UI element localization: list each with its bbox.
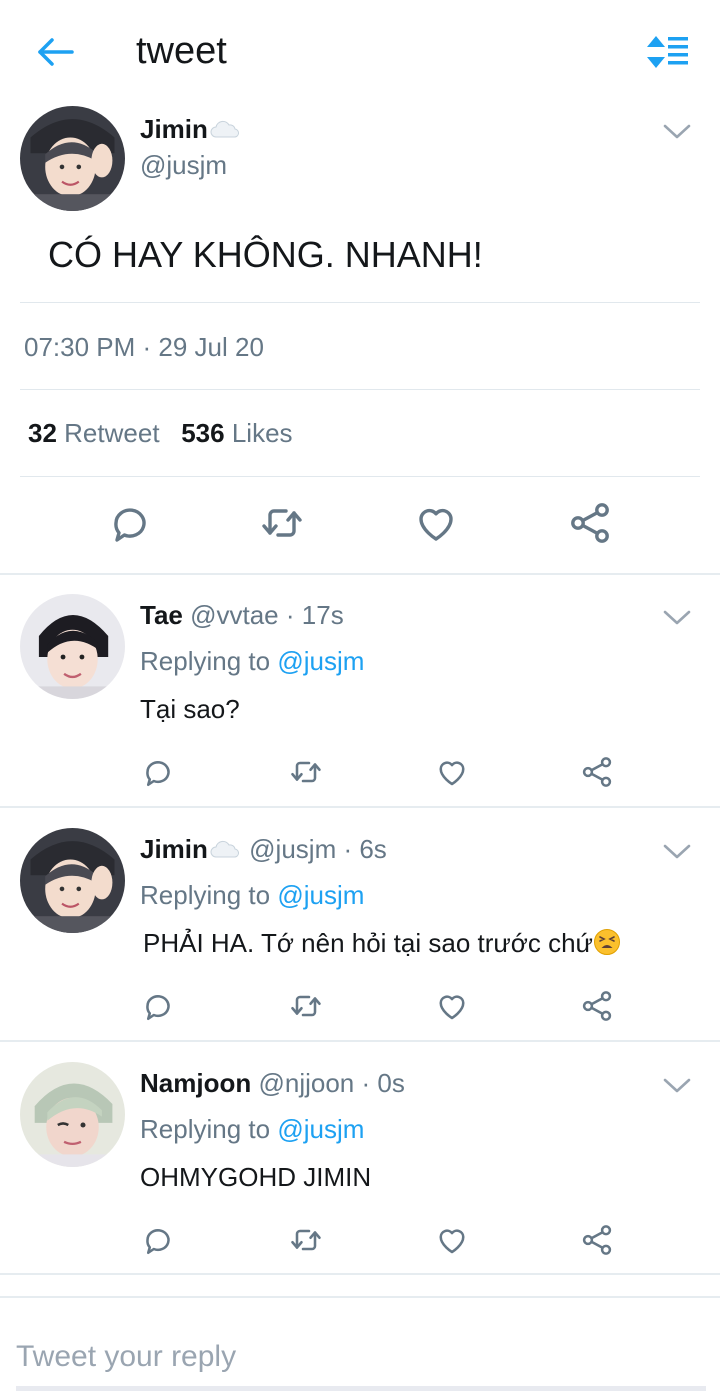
reply-icon[interactable] <box>106 499 154 547</box>
author-handle[interactable]: @jusjm <box>249 834 336 864</box>
reply-icon[interactable] <box>140 988 176 1024</box>
reply-icon[interactable] <box>140 754 176 790</box>
like-icon[interactable] <box>412 499 460 547</box>
reply-icon[interactable] <box>140 1222 176 1258</box>
author-handle[interactable]: @jusjm <box>140 150 227 181</box>
share-icon[interactable] <box>566 499 614 547</box>
divider <box>20 389 700 390</box>
reply-header: Tae @vvtae · 17s <box>140 600 344 631</box>
mention-link[interactable]: @jusjm <box>277 646 364 676</box>
tweet-stats: 32 Retweet 536 Likes <box>28 418 293 449</box>
replying-to: Replying to @jusjm <box>140 880 365 910</box>
reply-actions <box>0 986 720 1026</box>
author-handle[interactable]: @vvtae <box>190 600 279 630</box>
reply-text: PHẢI HA. Tớ nên hỏi tại sao trước chứ <box>143 928 621 959</box>
chevron-down-icon[interactable] <box>662 608 692 628</box>
divider <box>20 476 700 477</box>
tired-face-emoji-icon <box>593 929 620 955</box>
like-icon[interactable] <box>434 1222 470 1258</box>
avatar[interactable] <box>20 1062 125 1167</box>
share-icon[interactable] <box>579 988 615 1024</box>
mention-link[interactable]: @jusjm <box>277 1114 364 1144</box>
top-bar: tweet <box>0 0 720 100</box>
author-name[interactable]: Jimin <box>140 834 242 864</box>
compose-underline <box>16 1386 706 1391</box>
reply-actions <box>0 752 720 792</box>
retweet-icon[interactable] <box>288 988 324 1024</box>
retweet-icon[interactable] <box>258 499 306 547</box>
chevron-down-icon[interactable] <box>662 842 692 862</box>
mention-link[interactable]: @jusjm <box>277 880 364 910</box>
like-icon[interactable] <box>434 754 470 790</box>
reply-time: · 17s <box>285 600 344 630</box>
back-arrow-icon[interactable] <box>34 32 78 72</box>
avatar[interactable] <box>20 828 125 933</box>
reply-header: Namjoon @njjoon · 0s <box>140 1068 405 1099</box>
reply-compose-input[interactable]: Tweet your reply <box>16 1340 696 1384</box>
avatar[interactable] <box>20 106 125 211</box>
tweet-actions <box>0 495 720 555</box>
share-icon[interactable] <box>579 1222 615 1258</box>
author-name[interactable]: Tae <box>140 600 183 630</box>
replying-to: Replying to @jusjm <box>140 646 365 676</box>
retweet-icon[interactable] <box>288 1222 324 1258</box>
like-icon[interactable] <box>434 988 470 1024</box>
chevron-down-icon[interactable] <box>662 1076 692 1096</box>
author-name[interactable]: Jimin <box>140 114 242 145</box>
reply-tweet: Tae @vvtae · 17s Replying to @jusjm Tại … <box>0 574 720 806</box>
reply-time: · 6s <box>343 834 387 864</box>
chevron-down-icon[interactable] <box>662 122 692 142</box>
reply-header: Jimin @jusjm · 6s <box>140 834 387 865</box>
author-handle[interactable]: @njjoon <box>258 1068 354 1098</box>
tweet-timestamp: 07:30 PM · 29 Jul 20 <box>24 332 264 362</box>
retweet-icon[interactable] <box>288 754 324 790</box>
sort-list-icon[interactable] <box>644 32 692 72</box>
page-title: tweet <box>136 30 227 72</box>
reply-actions <box>0 1220 720 1260</box>
tweet-text: CÓ HAY KHÔNG. NHANH! <box>48 234 483 275</box>
reply-tweet: Jimin @jusjm · 6s Replying to @jusjm PHẢ… <box>0 808 720 1040</box>
reply-text: Tại sao? <box>140 694 240 724</box>
reply-text: OHMYGOHD JIMIN <box>140 1162 372 1192</box>
share-icon[interactable] <box>579 754 615 790</box>
likes-stat[interactable]: 536 Likes <box>181 418 292 448</box>
retweet-stat[interactable]: 32 Retweet <box>28 418 160 448</box>
divider <box>20 302 700 303</box>
divider <box>0 1296 720 1298</box>
replying-to: Replying to @jusjm <box>140 1114 365 1144</box>
reply-time: · 0s <box>361 1068 405 1098</box>
main-tweet: Jimin @jusjm CÓ HAY KHÔNG. NHANH! 07:30 … <box>0 100 720 574</box>
reply-tweet: Namjoon @njjoon · 0s Replying to @jusjm … <box>0 1042 720 1274</box>
avatar[interactable] <box>20 594 125 699</box>
divider <box>0 1273 720 1275</box>
author-name[interactable]: Namjoon <box>140 1068 251 1098</box>
